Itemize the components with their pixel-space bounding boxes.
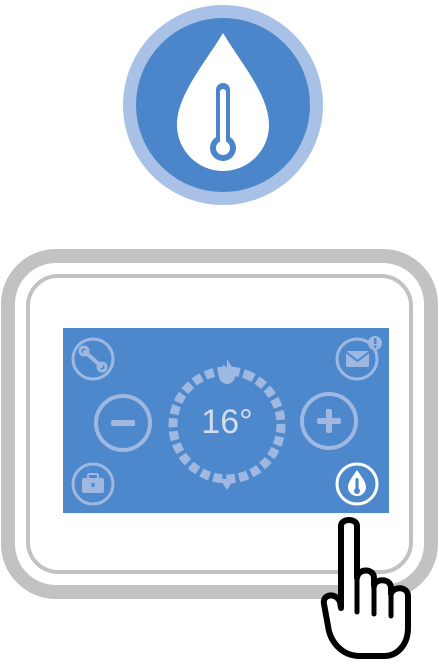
alert-badge-icon [368, 336, 382, 350]
temperature-readout: 16° [201, 403, 253, 441]
decrease-temperature-button[interactable] [93, 393, 153, 453]
water-drop-thermometer-icon [348, 470, 366, 496]
flame-icon [219, 359, 235, 384]
messages-button[interactable] [335, 335, 385, 381]
settings-button[interactable] [71, 337, 115, 381]
schedule-button[interactable] [71, 462, 115, 506]
hot-water-badge [123, 5, 323, 205]
wrench-icon [78, 345, 108, 373]
dial-pointer [220, 479, 234, 490]
hot-water-button[interactable] [334, 461, 380, 507]
plus-icon [317, 409, 341, 433]
increase-temperature-button[interactable] [299, 391, 359, 451]
briefcase-icon [82, 473, 104, 493]
minus-icon [111, 420, 135, 426]
pointing-hand-icon [320, 517, 411, 659]
envelope-icon [345, 351, 370, 367]
